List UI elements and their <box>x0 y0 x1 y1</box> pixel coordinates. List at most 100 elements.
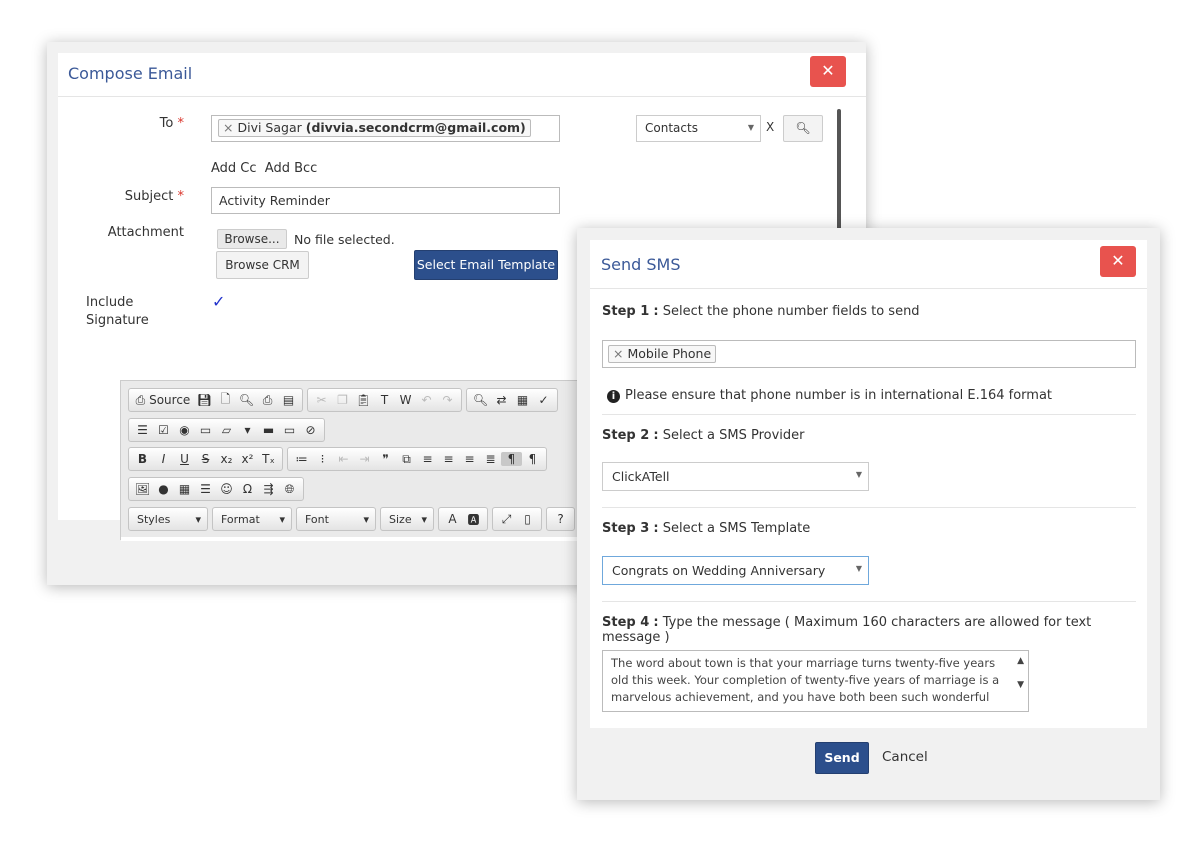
help-button[interactable]: ? <box>550 512 571 526</box>
select-email-template-button[interactable]: Select Email Template <box>414 250 558 280</box>
chevron-down-icon: ▾ <box>421 512 427 526</box>
form-button[interactable]: ☰ <box>132 423 153 437</box>
browse-crm-button[interactable]: Browse CRM <box>216 251 309 279</box>
text-color-button[interactable]: A <box>442 512 463 526</box>
special-char-button[interactable]: Ω <box>237 482 258 496</box>
strike-button[interactable]: S <box>195 452 216 466</box>
align-left-button[interactable]: ≡ <box>417 452 438 466</box>
text-field-button[interactable]: ▭ <box>195 423 216 437</box>
hidden-field-button[interactable]: ⊘ <box>300 423 321 437</box>
justify-button[interactable]: ≣ <box>480 452 501 466</box>
toolbar-group: ? <box>546 507 575 531</box>
maximize-button[interactable]: ⤢ <box>496 512 517 527</box>
to-field[interactable]: × Divi Sagar (divvia.secondcrm@gmail.com… <box>211 115 560 142</box>
add-cc-link[interactable]: Add Cc <box>211 161 257 176</box>
bg-color-button[interactable]: 🅰︎ <box>463 511 484 528</box>
preview-button[interactable]: 🔍︎ <box>236 393 257 407</box>
font-dropdown[interactable]: Font ▾ <box>296 507 376 531</box>
numbered-list-button[interactable]: ≔ <box>291 452 312 466</box>
to-label: To * <box>159 116 184 131</box>
step1-label: Step 1 : Select the phone number fields … <box>602 304 920 319</box>
no-file-text: No file selected. <box>294 232 395 247</box>
blockquote-button[interactable]: ❞ <box>375 452 396 466</box>
paste-button[interactable]: 📋︎ <box>353 393 374 407</box>
save-button[interactable]: 💾︎ <box>194 393 215 407</box>
paste-word-button[interactable]: W <box>395 393 416 407</box>
search-button[interactable]: 🔍︎ <box>783 115 823 142</box>
source-button[interactable]: ⎙ Source <box>132 393 194 408</box>
scroll-up-icon[interactable]: ▲ <box>1017 653 1024 670</box>
remove-tag-icon[interactable]: × <box>613 346 623 361</box>
sms-provider-select[interactable]: ClickATell ▼ <box>602 462 869 491</box>
cut-button[interactable]: ✂ <box>311 393 332 407</box>
image-button-button[interactable]: ▭ <box>279 423 300 437</box>
add-bcc-link[interactable]: Add Bcc <box>265 161 318 176</box>
paste-text-button[interactable]: T <box>374 393 395 407</box>
attachment-label: Attachment <box>107 225 184 240</box>
module-select[interactable]: Contacts ▼ <box>636 115 761 142</box>
radio-button[interactable]: ◉ <box>174 423 195 437</box>
spellcheck-button[interactable]: ✓ <box>533 393 554 407</box>
smiley-button[interactable]: ☺ <box>216 482 237 496</box>
indent-button[interactable]: ⇥ <box>354 452 375 466</box>
align-right-button[interactable]: ≡ <box>459 452 480 466</box>
align-center-button[interactable]: ≡ <box>438 452 459 466</box>
outdent-button[interactable]: ⇤ <box>333 452 354 466</box>
dialog-title: Send SMS <box>601 255 681 274</box>
print-button[interactable]: ⎙ <box>257 393 278 408</box>
cancel-link[interactable]: Cancel <box>882 749 928 765</box>
chevron-down-icon: ▾ <box>363 512 369 526</box>
phone-fields-input[interactable]: × Mobile Phone <box>602 340 1136 368</box>
horizontal-rule-button[interactable]: ☰ <box>195 482 216 496</box>
show-blocks-button[interactable]: ▯ <box>517 512 538 526</box>
size-dropdown[interactable]: Size ▾ <box>380 507 434 531</box>
page-break-button[interactable]: ⇶ <box>258 482 279 496</box>
copy-button[interactable]: ❐ <box>332 393 353 407</box>
send-button[interactable]: Send <box>815 742 869 774</box>
superscript-button[interactable]: x² <box>237 452 258 466</box>
div-button[interactable]: ⧉ <box>396 452 417 467</box>
bulleted-list-button[interactable]: ⁝ <box>312 452 333 466</box>
checkbox-button[interactable]: ☑ <box>153 423 174 437</box>
clear-button[interactable]: X <box>766 120 774 134</box>
bold-button[interactable]: B <box>132 452 153 466</box>
format-dropdown[interactable]: Format ▾ <box>212 507 292 531</box>
replace-button[interactable]: ⇄ <box>491 393 512 407</box>
ltr-button[interactable]: ¶ <box>501 452 522 466</box>
select-button[interactable]: ▾ <box>237 423 258 437</box>
message-textarea[interactable]: The word about town is that your marriag… <box>602 650 1029 712</box>
undo-button[interactable]: ↶ <box>416 393 437 407</box>
close-button[interactable]: ✕ <box>1100 246 1136 277</box>
textarea-button[interactable]: ▱ <box>216 423 237 437</box>
step3-label: Step 3 : Select a SMS Template <box>602 521 811 536</box>
sms-template-select[interactable]: Congrats on Wedding Anniversary ▼ <box>602 556 869 585</box>
table-button[interactable]: ▦ <box>174 482 195 496</box>
close-button[interactable]: ✕ <box>810 56 846 87</box>
chevron-down-icon: ▾ <box>279 512 285 526</box>
toolbar-group: 🖼︎ ● ▦ ☰ ☺ Ω ⇶ 🌐︎ <box>128 477 304 501</box>
signature-checkbox[interactable]: ✓ <box>212 292 225 311</box>
underline-button[interactable]: U <box>174 452 195 466</box>
scroll-down-icon[interactable]: ▼ <box>1017 677 1024 694</box>
iframe-button[interactable]: 🌐︎ <box>279 482 300 497</box>
new-page-button[interactable]: 🗋 <box>215 390 236 411</box>
image-button[interactable]: 🖼︎ <box>132 482 153 496</box>
phone-field-tag: × Mobile Phone <box>608 345 717 363</box>
remove-format-button[interactable]: Tₓ <box>258 452 279 466</box>
subject-label: Subject * <box>124 189 184 204</box>
browse-button[interactable]: Browse... <box>217 229 287 249</box>
rtl-button[interactable]: ¶ <box>522 452 543 466</box>
subscript-button[interactable]: x₂ <box>216 452 237 466</box>
remove-tag-icon[interactable]: × <box>223 120 233 135</box>
redo-button[interactable]: ↷ <box>437 393 458 407</box>
select-all-button[interactable]: ▦ <box>512 393 533 407</box>
toolbar-group: ☰ ☑ ◉ ▭ ▱ ▾ ▬ ▭ ⊘ <box>128 418 325 442</box>
styles-dropdown[interactable]: Styles ▾ <box>128 507 208 531</box>
editor-toolbar: ⎙ Source 💾︎ 🗋 🔍︎ ⎙ ▤ ✂ ❐ 📋︎ T W ↶ ↷ 🔍︎ ⇄ ▦ ✓ ☰ ☑ ◉ ▭ ▱ ▾ ▬ ▭ ⊘ B… <box>120 380 631 541</box>
templates-button[interactable]: ▤ <box>278 393 299 407</box>
button-button[interactable]: ▬ <box>258 423 279 437</box>
italic-button[interactable]: I <box>153 452 174 466</box>
find-button[interactable]: 🔍︎ <box>470 393 491 407</box>
subject-input[interactable]: Activity Reminder <box>211 187 560 214</box>
flash-button[interactable]: ● <box>153 482 174 496</box>
